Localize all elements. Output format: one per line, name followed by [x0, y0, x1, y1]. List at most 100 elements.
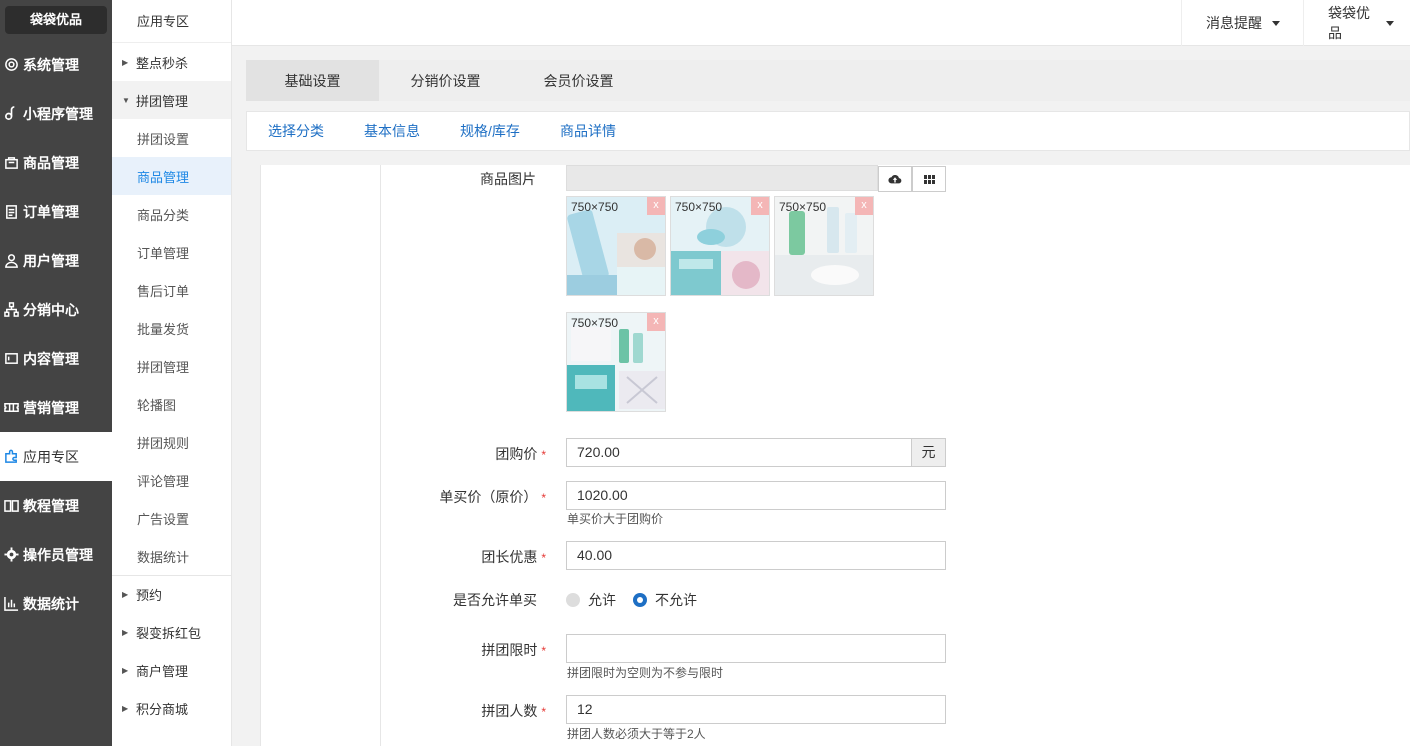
sidebar-item-users[interactable]: 用户管理 — [0, 236, 112, 285]
time-limit-label: 拼团限时 * — [481, 642, 546, 658]
allow-single-label: 是否允许单买 — [453, 592, 537, 608]
submenu-item-carousel[interactable]: 轮播图 — [112, 385, 231, 423]
group-price-label: 团购价 * — [495, 446, 546, 462]
group-size-label: 拼团人数 * — [481, 703, 546, 719]
caret-down-icon — [1272, 20, 1280, 26]
submenu-group-flash-sale[interactable]: ▶ 整点秒杀 — [112, 43, 231, 81]
required-mark: * — [541, 491, 546, 505]
tab-distribution-price[interactable]: 分销价设置 — [379, 60, 512, 101]
sidebar-item-miniprogram[interactable]: 小程序管理 — [0, 89, 112, 138]
caret-down-icon — [1386, 20, 1394, 26]
brand-logo[interactable]: 袋袋优品 — [5, 6, 107, 34]
submenu-item-orders[interactable]: 订单管理 — [112, 233, 231, 271]
sidebar-item-apps[interactable]: 应用专区 — [0, 432, 112, 481]
submenu-group-merchants[interactable]: ▶ 商户管理 — [112, 651, 231, 689]
tab-basic-settings[interactable]: 基础设置 — [246, 60, 379, 101]
notifications-dropdown[interactable]: 消息提醒 — [1181, 0, 1303, 46]
radio-unchecked-icon — [566, 593, 580, 607]
single-price-input[interactable]: 1020.00 — [566, 481, 946, 510]
sidebar-item-label: 教程管理 — [23, 497, 79, 514]
tab-product-detail[interactable]: 商品详情 — [560, 112, 616, 150]
submenu-group-booking[interactable]: ▶ 预约 — [112, 575, 231, 613]
submenu-item-products[interactable]: 商品管理 — [112, 157, 231, 195]
ticket-icon — [2, 399, 20, 417]
gallery-button[interactable] — [912, 166, 946, 192]
submenu-item-categories[interactable]: 商品分类 — [112, 195, 231, 233]
thumb-size-label: 750×750 — [571, 200, 619, 214]
delete-image-button[interactable]: x — [751, 197, 769, 215]
sidebar-item-orders[interactable]: 订单管理 — [0, 187, 112, 236]
product-image-thumb[interactable]: 750×750 x — [566, 196, 666, 296]
submenu-item-group-settings[interactable]: 拼团设置 — [112, 119, 231, 157]
currency-addon: 元 — [911, 438, 946, 467]
triangle-down-icon: ▼ — [122, 95, 130, 105]
sidebar-item-label: 用户管理 — [23, 252, 79, 269]
submenu-item-batch-ship[interactable]: 批量发货 — [112, 309, 231, 347]
submenu-group-groupbuy[interactable]: ▼ 拼团管理 — [112, 81, 231, 119]
book-icon — [2, 497, 20, 515]
delete-image-button[interactable]: x — [647, 197, 665, 215]
submenu-item-stats[interactable]: 数据统计 — [112, 537, 231, 575]
delete-image-button[interactable]: x — [647, 313, 665, 331]
sidebar-item-label: 分销中心 — [23, 301, 79, 318]
sidebar-item-products[interactable]: 商品管理 — [0, 138, 112, 187]
tab-select-category[interactable]: 选择分类 — [268, 112, 324, 150]
radio-checked-icon — [633, 593, 647, 607]
tab-basic-info[interactable]: 基本信息 — [364, 112, 420, 150]
single-price-label: 单买价（原价） * — [439, 489, 546, 505]
radio-disallow-label: 不允许 — [655, 592, 697, 608]
group-price-input[interactable]: 720.00 — [566, 438, 912, 467]
submenu-group-label: 预约 — [136, 588, 163, 603]
images-path-field[interactable] — [566, 165, 946, 192]
sidebar-item-marketing[interactable]: 营销管理 — [0, 383, 112, 432]
sidebar-item-label: 商品管理 — [23, 154, 79, 171]
upload-button[interactable] — [878, 166, 912, 192]
submenu-group-label: 拼团管理 — [136, 93, 189, 109]
product-image-thumb[interactable]: 750×750 x — [566, 312, 666, 412]
time-limit-input[interactable] — [566, 634, 946, 663]
submenu-title: 应用专区 — [112, 0, 231, 43]
tab-member-price[interactable]: 会员价设置 — [512, 60, 645, 101]
account-label: 袋袋优品 — [1328, 5, 1370, 41]
radio-allow[interactable]: 允许 — [566, 590, 616, 610]
sitemap-icon — [2, 301, 20, 319]
sidebar-item-stats[interactable]: 数据统计 — [0, 579, 112, 628]
radio-disallow[interactable]: 不允许 — [633, 590, 697, 610]
sidebar-item-label: 小程序管理 — [23, 105, 93, 122]
submenu-group-red-packet[interactable]: ▶ 裂变拆红包 — [112, 613, 231, 651]
submenu-item-group-rules[interactable]: 拼团规则 — [112, 423, 231, 461]
submenu-item-reviews[interactable]: 评论管理 — [112, 461, 231, 499]
gear-icon — [2, 56, 20, 74]
sidebar-item-system[interactable]: 系统管理 — [0, 40, 112, 89]
sidebar-item-label: 数据统计 — [23, 595, 79, 612]
sidebar-item-content[interactable]: 内容管理 — [0, 334, 112, 383]
triangle-right-icon: ▶ — [122, 57, 129, 67]
sidebar-item-label: 内容管理 — [23, 350, 79, 367]
required-mark: * — [541, 551, 546, 565]
sidebar-item-label: 系统管理 — [23, 56, 79, 73]
sidebar-item-distribution[interactable]: 分销中心 — [0, 285, 112, 334]
bar-chart-icon — [2, 595, 20, 613]
delete-image-button[interactable]: x — [855, 197, 873, 215]
submenu-item-aftersales[interactable]: 售后订单 — [112, 271, 231, 309]
time-limit-help: 拼团限时为空则为不参与限时 — [567, 666, 724, 680]
sidebar-item-tutorials[interactable]: 教程管理 — [0, 481, 112, 530]
submenu-item-group-manage[interactable]: 拼团管理 — [112, 347, 231, 385]
product-image-thumb[interactable]: 750×750 x — [670, 196, 770, 296]
sidebar-item-label: 订单管理 — [23, 203, 79, 220]
tab-spec-stock[interactable]: 规格/库存 — [460, 112, 520, 150]
leader-discount-input[interactable]: 40.00 — [566, 541, 946, 570]
group-size-input[interactable]: 12 — [566, 695, 946, 724]
brand: 袋袋优品 — [0, 0, 112, 40]
account-dropdown[interactable]: 袋袋优品 — [1303, 0, 1410, 46]
submenu-item-ads[interactable]: 广告设置 — [112, 499, 231, 537]
product-image-thumb[interactable]: 750×750 x — [774, 196, 874, 296]
puzzle-icon — [2, 448, 20, 466]
triangle-right-icon: ▶ — [122, 627, 129, 637]
submenu-group-points-mall[interactable]: ▶ 积分商城 — [112, 689, 231, 727]
content-icon — [2, 350, 20, 368]
triangle-right-icon: ▶ — [122, 703, 129, 713]
submenu-group-label: 整点秒杀 — [136, 55, 189, 71]
submenu: 应用专区 ▶ 整点秒杀 ▼ 拼团管理 拼团设置 商品管理 商品分类 订单管理 售后订… — [112, 0, 232, 746]
sidebar-item-operators[interactable]: 操作员管理 — [0, 530, 112, 579]
